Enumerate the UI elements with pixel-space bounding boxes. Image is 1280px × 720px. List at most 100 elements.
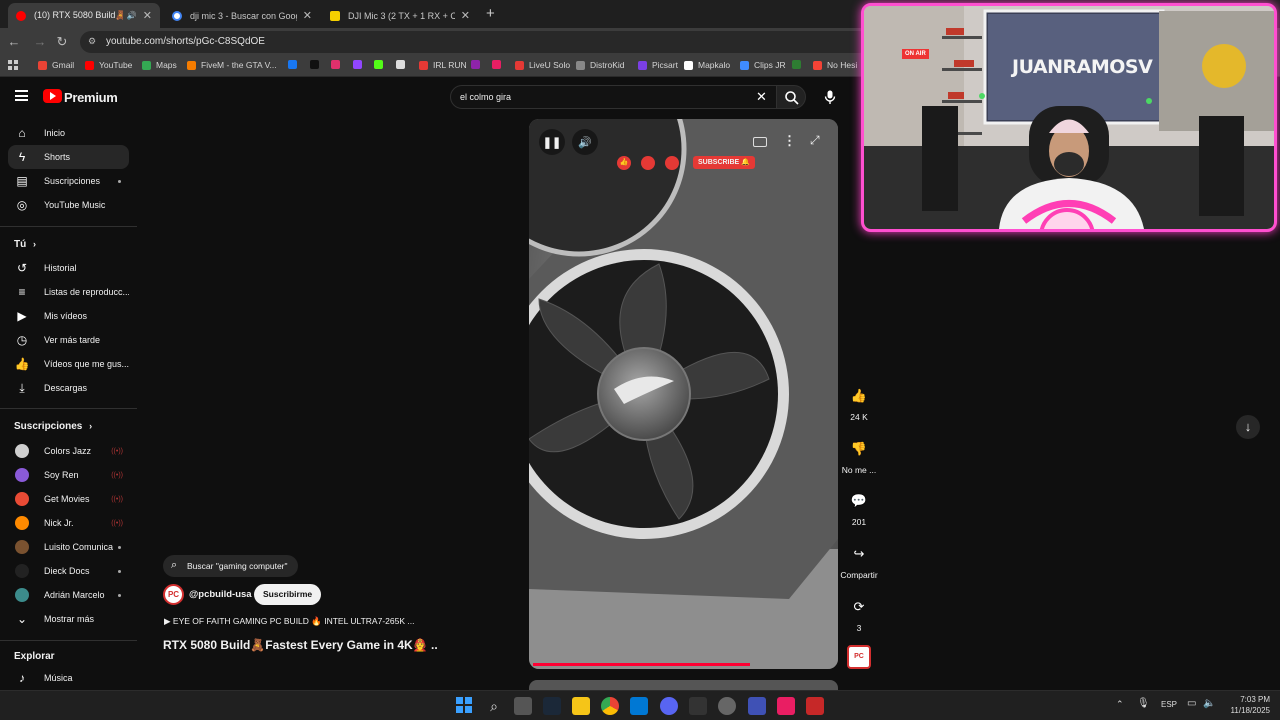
- bookmark-item[interactable]: [288, 60, 302, 69]
- mic-tray-icon[interactable]: 🎙: [1137, 698, 1150, 709]
- sidebar-item-you[interactable]: ≡ Listas de reproducc...: [8, 280, 129, 304]
- youtube-logo-icon[interactable]: [43, 89, 62, 103]
- sidebar-item-subscription[interactable]: Soy Ren ((•)): [8, 463, 129, 487]
- sidebar-item-you[interactable]: ↺ Historial: [8, 256, 129, 280]
- tab-dji-product[interactable]: DJI Mic 3 (2 TX + 1 RX + Charg ✕: [322, 3, 478, 28]
- bookmark-item[interactable]: IRL RUN: [419, 60, 467, 70]
- bookmark-item[interactable]: Maps: [142, 60, 177, 70]
- windows-start-icon[interactable]: [456, 697, 472, 713]
- site-info-icon[interactable]: ⚙: [88, 36, 96, 47]
- bookmark-item[interactable]: [492, 60, 506, 69]
- bookmark-item[interactable]: [471, 60, 485, 69]
- bookmark-item[interactable]: LiveU Solo: [515, 60, 570, 70]
- short-title[interactable]: RTX 5080 Build🧸Fastest Every Game in 4K🧑…: [163, 638, 438, 652]
- sidebar-item-musica[interactable]: ♪ Música: [8, 666, 129, 690]
- bookmark-item[interactable]: Mapkalo: [684, 60, 730, 70]
- bookmark-item[interactable]: FiveM - the GTA V...: [187, 60, 277, 70]
- sidebar-item-you[interactable]: ▶ Mis vídeos: [8, 304, 129, 328]
- close-tab-icon[interactable]: ✕: [303, 9, 312, 22]
- app-icon[interactable]: [718, 697, 736, 715]
- store-icon[interactable]: [630, 697, 648, 715]
- volume-icon[interactable]: 🔊: [572, 129, 598, 155]
- sidebar-item-subscription[interactable]: Colors Jazz ((•)): [8, 439, 129, 463]
- sidebar-item-subscription[interactable]: Luisito Comunica: [8, 535, 129, 559]
- bookmark-item[interactable]: YouTube: [85, 60, 132, 70]
- tab-rtx-5080[interactable]: (10) RTX 5080 Build🧸Fastest 🔊 ✕: [8, 3, 160, 28]
- bookmark-item[interactable]: [353, 60, 367, 69]
- apps-grid-icon[interactable]: [8, 60, 18, 70]
- new-tab-button[interactable]: +: [486, 5, 495, 22]
- forward-arrow-icon[interactable]: →: [32, 34, 48, 50]
- discord-icon[interactable]: [660, 697, 678, 715]
- sidebar-item-subscription[interactable]: Get Movies ((•)): [8, 487, 129, 511]
- back-arrow-icon[interactable]: ←: [6, 34, 22, 50]
- captions-icon[interactable]: [753, 137, 767, 147]
- volume-tray-icon[interactable]: 🔈: [1203, 698, 1215, 709]
- app-icon[interactable]: [689, 697, 707, 715]
- chrome-icon[interactable]: [601, 697, 619, 715]
- sidebar-item-main[interactable]: ϟ Shorts: [8, 145, 129, 169]
- sidebar-item-subscription[interactable]: Adrián Marcelo: [8, 583, 129, 607]
- sidebar-item-you[interactable]: 👍 Vídeos que me gus...: [8, 352, 129, 376]
- channel-thumb-avatar[interactable]: PC: [847, 645, 871, 669]
- channel-avatar[interactable]: PC: [163, 584, 184, 605]
- network-icon[interactable]: ▭: [1187, 698, 1196, 709]
- related-search-chip[interactable]: ⌕ Buscar "gaming computer": [163, 555, 298, 577]
- bookmark-item[interactable]: [374, 60, 388, 69]
- search-input[interactable]: el colmo gira ✕: [450, 85, 778, 109]
- bookmark-item[interactable]: No Hesi: [813, 60, 857, 70]
- channel-name[interactable]: @pcbuild-usa: [189, 589, 252, 600]
- app-icon[interactable]: [748, 697, 766, 715]
- url-omnibox[interactable]: ⚙ youtube.com/shorts/pGc-C8SQdOE: [80, 31, 870, 53]
- bookmark-item[interactable]: [792, 60, 806, 69]
- search-button[interactable]: [776, 85, 806, 109]
- bookmark-item[interactable]: [331, 60, 345, 69]
- clear-search-icon[interactable]: ✕: [756, 89, 767, 105]
- task-view-icon[interactable]: [514, 697, 532, 715]
- remix-icon[interactable]: ⟳: [847, 595, 871, 619]
- bookmark-item[interactable]: Picsart: [638, 60, 678, 70]
- app-icon[interactable]: [806, 697, 824, 715]
- sidebar-item-main[interactable]: ⌂ Inicio: [8, 121, 129, 145]
- next-short-preview[interactable]: [529, 680, 838, 690]
- you-section-header[interactable]: Tú ›: [14, 239, 36, 250]
- share-icon[interactable]: ↪: [847, 542, 871, 566]
- tab-dji-search[interactable]: dji mic 3 - Buscar con Google ✕: [164, 3, 320, 28]
- close-tab-icon[interactable]: ✕: [461, 9, 470, 22]
- sidebar-item-you[interactable]: ⤓ Descargas: [8, 376, 129, 400]
- bookmark-item[interactable]: [396, 60, 410, 69]
- fullscreen-icon[interactable]: ⤢: [810, 133, 820, 148]
- bookmark-item[interactable]: [310, 60, 324, 69]
- sidebar-item-main[interactable]: ▤ Suscripciones: [8, 169, 129, 193]
- steam-icon[interactable]: [543, 697, 561, 715]
- music-track[interactable]: ▶ EYE OF FAITH GAMING PC BUILD 🔥 INTEL U…: [164, 616, 434, 627]
- taskbar-search-icon[interactable]: ⌕: [485, 697, 503, 715]
- bookmark-item[interactable]: Gmail: [38, 60, 74, 70]
- bookmark-item[interactable]: DistroKid: [576, 60, 624, 70]
- short-video-player[interactable]: ❚❚ 🔊 👍 SUBSCRIBE 🔔 ⋮ ⤢: [529, 119, 838, 669]
- comment-icon[interactable]: 💬: [847, 489, 871, 513]
- hamburger-menu-icon[interactable]: [15, 90, 28, 101]
- chevron-up-icon[interactable]: ⌃: [1116, 699, 1124, 710]
- sidebar-item-subscription[interactable]: Dieck Docs: [8, 559, 129, 583]
- pause-icon[interactable]: ❚❚: [539, 129, 565, 155]
- show-more-button[interactable]: ⌄ Mostrar más: [8, 607, 129, 631]
- speaker-icon[interactable]: 🔊: [127, 11, 137, 20]
- sidebar-item-you[interactable]: ◷ Ver más tarde: [8, 328, 129, 352]
- brand-premium[interactable]: Premium: [64, 90, 118, 105]
- more-options-icon[interactable]: ⋮: [783, 133, 796, 149]
- tiktok-live-icon[interactable]: [777, 697, 795, 715]
- next-short-arrow-icon[interactable]: ↓: [1236, 415, 1260, 439]
- file-explorer-icon[interactable]: [572, 697, 590, 715]
- reload-icon[interactable]: ↻: [54, 34, 70, 50]
- close-tab-icon[interactable]: ✕: [143, 9, 152, 22]
- subscriptions-section-header[interactable]: Suscripciones ›: [14, 421, 92, 432]
- like-icon[interactable]: 👍: [847, 384, 871, 408]
- sidebar-item-main[interactable]: ◎ YouTube Music: [8, 193, 129, 217]
- dislike-icon[interactable]: 👎: [847, 437, 871, 461]
- sidebar-item-subscription[interactable]: Nick Jr. ((•)): [8, 511, 129, 535]
- language-indicator[interactable]: ESP: [1161, 700, 1177, 709]
- subscribe-button[interactable]: Suscribirme: [254, 584, 322, 605]
- voice-search-button[interactable]: [822, 89, 838, 105]
- bookmark-item[interactable]: Clips JR: [740, 60, 786, 70]
